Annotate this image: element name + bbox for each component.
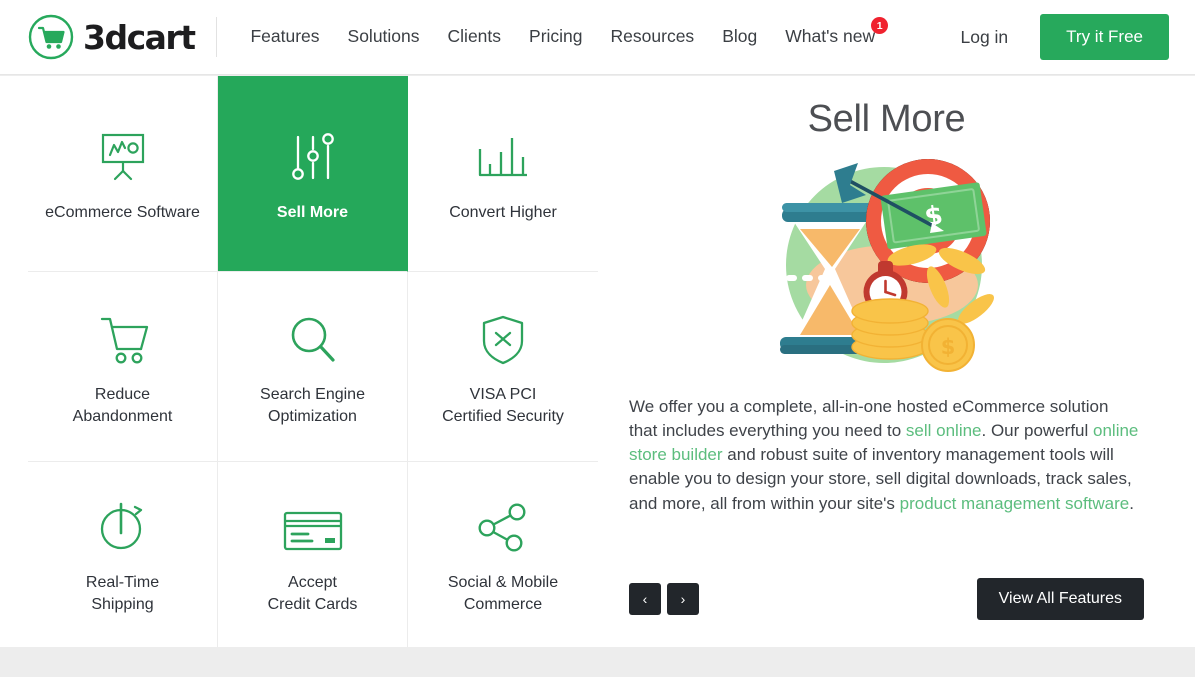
nav-item-features[interactable]: Features (236, 28, 333, 46)
login-link[interactable]: Log in (960, 27, 1008, 48)
tile-convert-higher[interactable]: Convert Higher (408, 76, 598, 272)
feature-description: We offer you a complete, all-in-one host… (629, 395, 1141, 516)
carousel-controls: ‹ › View All Features (629, 578, 1144, 620)
nav-item-solutions[interactable]: Solutions (334, 28, 434, 46)
tile-label: Accept Credit Cards (267, 574, 358, 613)
carousel-prev-button[interactable]: ‹ (629, 583, 661, 615)
features-stage: eCommerce Software Sell More Convert Hig… (28, 76, 1168, 647)
main-navigation: Features Solutions Clients Pricing Resou… (236, 17, 889, 47)
header-actions: Log in Try it Free (960, 14, 1169, 60)
shield-x-icon (478, 305, 528, 367)
tile-real-time-shipping[interactable]: Real-Time Shipping (28, 462, 218, 647)
nav-label: What's new (785, 26, 876, 47)
share-nodes-icon (474, 493, 532, 555)
nav-label: Solutions (347, 26, 420, 47)
page-title: Sell More (807, 98, 966, 140)
nav-label: Clients (447, 26, 502, 47)
stopwatch-icon (95, 493, 151, 555)
tile-label: Reduce Abandonment (72, 386, 173, 425)
description-part-4: . (1129, 493, 1134, 513)
nav-label: Features (250, 26, 320, 47)
nav-label: Resources (610, 26, 695, 47)
view-all-features-button[interactable]: View All Features (976, 578, 1144, 620)
tile-label: eCommerce Software (45, 204, 200, 222)
description-part-2: . Our powerful (981, 421, 1094, 441)
tile-label: Convert Higher (449, 204, 557, 222)
tile-reduce-abandonment[interactable]: Reduce Abandonment (28, 272, 218, 462)
feature-detail-panel: Sell More $ $ We offer you a complete, a… (598, 76, 1168, 647)
logo[interactable]: 3dcart (28, 14, 196, 60)
nav-label: Blog (722, 26, 758, 47)
feature-tile-grid: eCommerce Software Sell More Convert Hig… (28, 76, 598, 647)
tile-label: Social & Mobile Commerce (447, 574, 559, 613)
nav-item-resources[interactable]: Resources (597, 28, 709, 46)
tile-accept-credit-cards[interactable]: Accept Credit Cards (218, 462, 408, 647)
tile-label: Real-Time Shipping (85, 574, 160, 613)
nav-item-clients[interactable]: Clients (434, 28, 516, 46)
bar-chart-icon (472, 123, 534, 185)
magnifier-icon (285, 305, 341, 367)
shopping-cart-circle-logo-icon (28, 14, 74, 60)
features-section: eCommerce Software Sell More Convert Hig… (0, 76, 1195, 647)
hourglass-target-money-illustration: $ $ (771, 159, 994, 372)
tile-visa-pci-certified-security[interactable]: VISA PCI Certified Security (408, 272, 598, 462)
tile-label: Sell More (276, 204, 349, 222)
site-header: 3dcart Features Solutions Clients Pricin… (0, 0, 1195, 75)
tile-search-engine-optimization[interactable]: Search Engine Optimization (218, 272, 408, 462)
sliders-icon (285, 123, 341, 185)
tile-ecommerce-software[interactable]: eCommerce Software (28, 76, 218, 272)
svg-text:$: $ (940, 335, 955, 359)
tile-social-mobile-commerce[interactable]: Social & Mobile Commerce (408, 462, 598, 647)
nav-label: Pricing (529, 26, 583, 47)
tile-label: Search Engine Optimization (260, 386, 365, 425)
link-product-management-software[interactable]: product management software (900, 494, 1130, 513)
link-sell-online[interactable]: sell online (906, 421, 982, 440)
header-divider (216, 17, 218, 57)
try-it-free-button[interactable]: Try it Free (1040, 14, 1169, 60)
nav-item-blog[interactable]: Blog (708, 28, 771, 46)
nav-item-pricing[interactable]: Pricing (515, 28, 597, 46)
nav-item-whats-new[interactable]: What's new 1 (771, 17, 889, 47)
presentation-chart-icon (94, 123, 152, 185)
shopping-cart-icon (94, 305, 152, 367)
tile-sell-more[interactable]: Sell More (218, 76, 408, 272)
tile-label: VISA PCI Certified Security (442, 386, 564, 425)
carousel-next-button[interactable]: › (667, 583, 699, 615)
credit-card-icon (281, 493, 345, 555)
logo-wordmark: 3dcart (83, 17, 196, 57)
notification-badge: 1 (871, 17, 889, 35)
